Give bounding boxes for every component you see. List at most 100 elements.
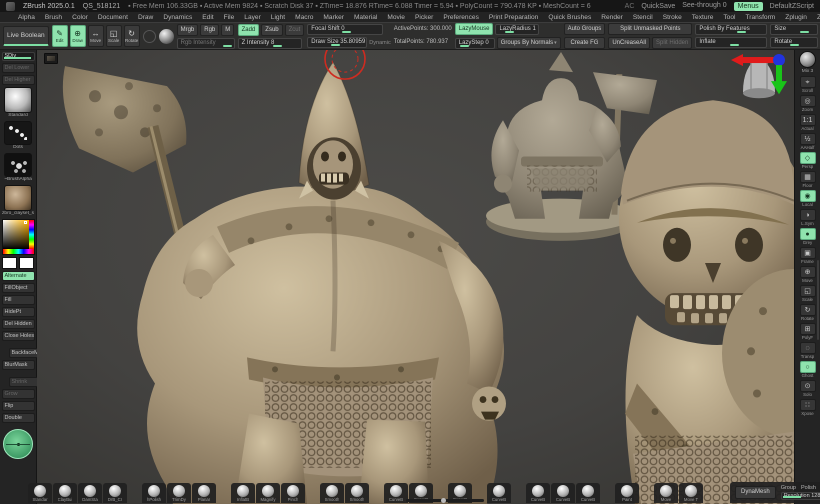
transform-mode-button[interactable]: ✎ Edit (52, 25, 68, 47)
polish-by-features-slider[interactable]: Polish By Features (695, 24, 767, 35)
right-shelf-button[interactable]: ◇ Persp (798, 152, 818, 170)
transform-mode-button[interactable]: ◱ Scale (106, 25, 122, 47)
menu-item[interactable]: File (220, 14, 239, 21)
current-alpha-thumb[interactable]: ~BrushAlpha (3, 153, 33, 183)
right-shelf-button[interactable]: ◌ Transp (798, 342, 818, 360)
tray-brush[interactable]: Move T (679, 483, 703, 503)
camera-gizmo[interactable] (743, 57, 775, 98)
menu-item[interactable]: Movie (383, 14, 409, 21)
dynamesh-polish-toggle[interactable]: Polish (801, 485, 816, 491)
tray-brush[interactable]: CurveB (576, 483, 600, 503)
dynamesh-button[interactable]: DynaMesh (735, 486, 776, 499)
tray-brush[interactable]: Move (654, 483, 678, 503)
menu-item[interactable]: Material (350, 14, 381, 21)
current-stroke-thumb[interactable]: Dots (3, 121, 33, 151)
left-shelf-button[interactable]: FillObject (2, 283, 35, 293)
tray-slider[interactable] (406, 499, 484, 502)
menu-item[interactable]: Edit (198, 14, 217, 21)
tray-brush[interactable]: Smooth (345, 483, 369, 503)
right-shelf-button[interactable]: ⊕ Move (798, 266, 818, 284)
tray-brush[interactable]: TrimDy (167, 483, 191, 503)
hue-strip-horizontal[interactable] (3, 249, 34, 254)
current-texture-thumb[interactable]: zbro_clayset_s (3, 185, 33, 217)
tray-brush[interactable]: Pinch (281, 483, 305, 503)
menu-item[interactable]: Render (597, 14, 627, 21)
tray-brush[interactable]: Planar (192, 483, 216, 503)
sculpt-viewport[interactable] (37, 50, 794, 504)
brush-preview-sphere-icon[interactable] (159, 29, 174, 44)
left-shelf-button[interactable]: Double (2, 413, 35, 423)
menu-item[interactable]: Alpha (14, 14, 39, 21)
menus-toggle[interactable]: Menus (734, 2, 763, 11)
menu-item[interactable]: Transform (741, 14, 779, 21)
tray-brush[interactable]: CurveB (384, 483, 408, 503)
lazymouse-button[interactable]: LazyMouse (455, 23, 494, 35)
tray-brush[interactable]: Smooth (320, 483, 344, 503)
right-shelf-button[interactable]: ⌖ Scroll (798, 76, 818, 94)
right-shelf-button[interactable]: ◑ L.Sym (798, 209, 818, 227)
right-shelf-button[interactable]: ⊙ Solo (798, 380, 818, 398)
right-shelf-button[interactable]: ○ Ghost (798, 361, 818, 379)
draw-size-slider[interactable]: Draw Size 35.80959 (307, 37, 367, 48)
tray-brush[interactable]: CurveB (487, 483, 511, 503)
menu-item[interactable]: Stencil (629, 14, 657, 21)
split-hidden-button[interactable]: Split Hidden (652, 37, 692, 49)
left-shelf-button[interactable]: Close Holes (2, 331, 35, 341)
stroke-preview-icon[interactable] (143, 30, 156, 43)
left-shelf-button[interactable]: Alternate (2, 271, 35, 281)
menu-item[interactable]: Zscript (813, 14, 820, 21)
menu-item[interactable]: Color (68, 14, 92, 21)
lazy-radius-slider[interactable]: LazyRadius 1 (495, 24, 539, 35)
menu-item[interactable]: Preferences (439, 14, 483, 21)
resolution-slider[interactable]: Resolution 128 (781, 492, 820, 500)
transform-mode-button[interactable]: ↔ Move (88, 25, 104, 47)
menu-item[interactable]: Print Preparation (485, 14, 542, 21)
menu-item[interactable]: Stroke (659, 14, 686, 21)
menu-item[interactable]: Macro (291, 14, 317, 21)
del-lower-button[interactable]: Del Lower (2, 63, 35, 73)
menu-item[interactable]: Zplugin (781, 14, 811, 21)
groups-by-normals-dropdown[interactable]: Groups By Normals▾ (497, 37, 561, 49)
del-higher-button[interactable]: Del Higher (2, 75, 35, 85)
mrgb-button[interactable]: Mrgb (177, 24, 199, 36)
right-shelf-button[interactable]: ⊞ PolyF (798, 323, 818, 341)
right-shelf-button[interactable]: ▣ Frame (798, 247, 818, 265)
auto-groups-button[interactable]: Auto Groups (564, 23, 606, 35)
right-shelf-button[interactable]: 1:1 Actual (798, 114, 818, 132)
dynamic-label[interactable]: Dynamic (369, 40, 390, 46)
left-shelf-button[interactable]: BlurMask (2, 360, 35, 370)
left-shelf-button[interactable]: Del Hidden (2, 319, 35, 329)
canvas-thumbnail-icon[interactable] (44, 53, 58, 64)
zsub-button[interactable]: Zsub (261, 24, 282, 36)
material-ball-icon[interactable] (799, 51, 816, 68)
current-brush-thumb[interactable]: Standard (3, 87, 33, 119)
menu-item[interactable]: Picker (411, 14, 437, 21)
tray-brush[interactable]: DamSta (78, 483, 102, 503)
create-fg-button[interactable]: Create FG (564, 37, 606, 49)
tray-brush[interactable]: CurveB (551, 483, 575, 503)
saturation-value-area[interactable] (3, 220, 29, 249)
normal-sphere-widget[interactable] (3, 429, 33, 459)
z-intensity-slider[interactable]: Z Intensity 8 (238, 38, 302, 49)
transform-mode-button[interactable]: ↻ Rotate (124, 25, 140, 47)
default-zscript-button[interactable]: DefaultZScript (770, 3, 814, 10)
transform-mode-button[interactable]: ⊕ Draw (70, 25, 86, 47)
tray-brush[interactable]: InflatB (231, 483, 255, 503)
tray-brush[interactable]: CurveB (526, 483, 550, 503)
left-shelf-button[interactable]: Fill (2, 295, 35, 305)
tray-brush[interactable]: DrB_Cr (103, 483, 127, 503)
color-picker[interactable] (2, 219, 35, 255)
main-color-swatch[interactable] (2, 257, 17, 269)
sdiv-slider[interactable]: SDiv (2, 52, 35, 61)
left-shelf-button[interactable]: HidePt (2, 307, 35, 317)
see-through-slider[interactable]: See-through 0 (682, 2, 726, 10)
right-shelf-button[interactable]: ↻ Rotate (798, 304, 818, 322)
size-slider[interactable]: Size (770, 24, 818, 35)
lazy-step-slider[interactable]: LazyStep 0 (455, 38, 495, 49)
menu-item[interactable]: Dynamics (159, 14, 196, 21)
hue-strip-vertical[interactable] (29, 220, 34, 249)
rgb-button[interactable]: Rgb (200, 24, 219, 36)
menu-item[interactable]: Brush (41, 14, 66, 21)
uncrease-all-button[interactable]: UnCreaseAll (608, 37, 650, 49)
tray-brush[interactable]: hPolish (142, 483, 166, 503)
